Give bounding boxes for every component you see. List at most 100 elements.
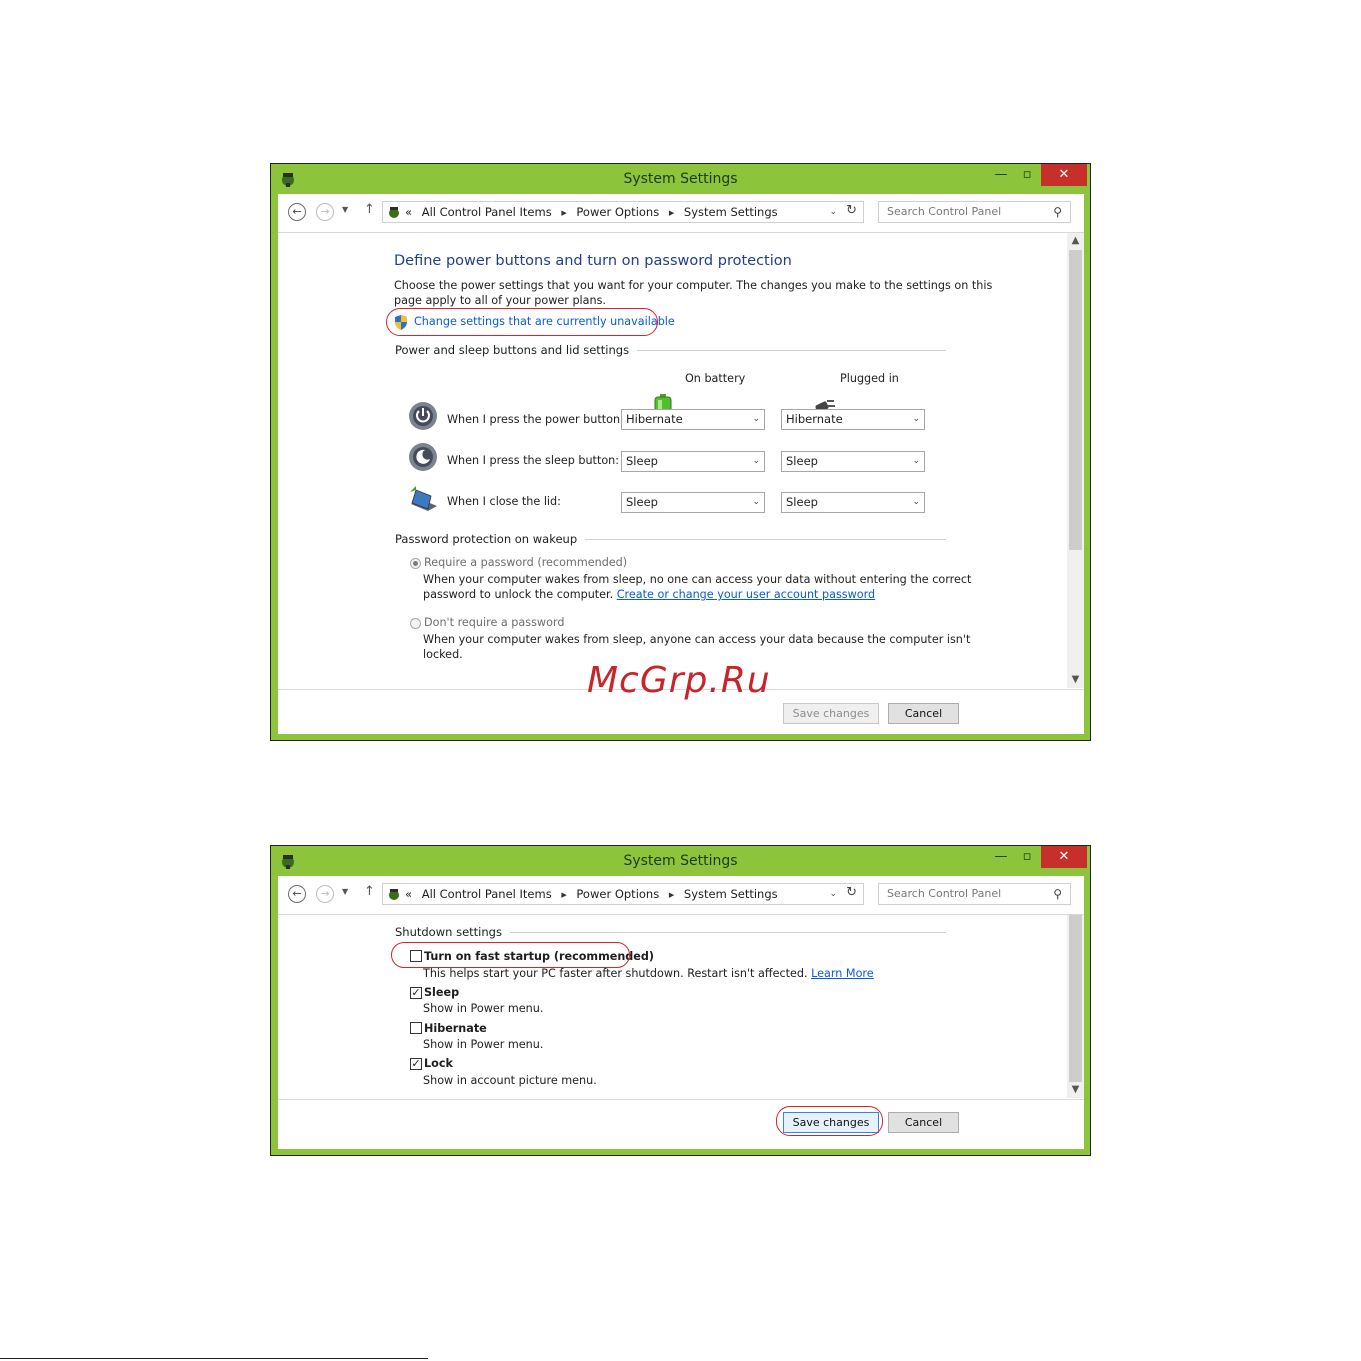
search-icon[interactable]: ⚲	[1053, 202, 1062, 222]
chevron-down-icon[interactable]: ⌄	[829, 202, 837, 222]
navigation-bar: ← → ▼ ↑ « All Control Panel Items ▶ Powe…	[278, 194, 1084, 233]
chevron-down-icon[interactable]: ⌄	[829, 884, 837, 904]
breadcrumb-power-options[interactable]: Power Options	[576, 887, 659, 901]
breadcrumb: « All Control Panel Items ▶ Power Option…	[405, 884, 784, 905]
dont-require-password-label: Don't require a password	[424, 616, 565, 629]
select-value: Sleep	[786, 454, 818, 468]
hibernate-label: Hibernate	[424, 1022, 487, 1035]
scrollbar-thumb[interactable]	[1069, 250, 1082, 550]
cancel-button[interactable]: Cancel	[888, 703, 959, 724]
vertical-scrollbar[interactable]: ▼	[1067, 915, 1084, 1098]
sleep-checkbox[interactable]: ✓	[410, 987, 422, 999]
breadcrumb-all-control-panel-items[interactable]: All Control Panel Items	[422, 205, 552, 219]
back-arrow-icon[interactable]: ←	[288, 885, 306, 903]
on-battery-label: On battery	[685, 372, 746, 385]
breadcrumb-power-options[interactable]: Power Options	[576, 205, 659, 219]
power-button-plugged-in-select[interactable]: Hibernate ⌄	[781, 409, 925, 430]
back-arrow-icon[interactable]: ←	[288, 203, 306, 221]
close-lid-on-battery-select[interactable]: Sleep ⌄	[621, 492, 765, 513]
minimize-button[interactable]: —	[989, 846, 1013, 868]
control-panel-icon	[389, 207, 399, 218]
vertical-scrollbar[interactable]: ▲ ▼	[1067, 233, 1084, 688]
scroll-down-icon[interactable]: ▼	[1067, 1082, 1084, 1098]
address-bar[interactable]: « All Control Panel Items ▶ Power Option…	[382, 201, 864, 223]
group-power-buttons: Power and sleep buttons and lid settings	[395, 343, 946, 357]
chevron-down-icon: ⌄	[912, 497, 920, 507]
search-placeholder: Search Control Panel	[887, 205, 1002, 218]
plugged-in-label: Plugged in	[840, 372, 899, 385]
require-password-radio[interactable]	[410, 558, 421, 569]
hibernate-checkbox[interactable]	[410, 1022, 422, 1034]
chevron-down-icon: ⌄	[752, 497, 760, 507]
page-footer-rule	[0, 1358, 428, 1359]
close-button[interactable]: ✕	[1041, 164, 1087, 186]
chevron-right-icon[interactable]: ▶	[669, 891, 674, 899]
select-value: Sleep	[626, 454, 658, 468]
search-placeholder: Search Control Panel	[887, 887, 1002, 900]
chevron-right-icon[interactable]: ▶	[561, 891, 566, 899]
group-password-protection-label: Password protection on wakeup	[395, 532, 578, 546]
dont-require-password-radio[interactable]	[410, 618, 421, 629]
close-button[interactable]: ✕	[1041, 846, 1087, 868]
scroll-down-icon[interactable]: ▼	[1067, 672, 1084, 688]
power-button-on-battery-select[interactable]: Hibernate ⌄	[621, 409, 765, 430]
refresh-icon[interactable]: ↻	[846, 201, 857, 221]
search-input[interactable]: Search Control Panel ⚲	[878, 201, 1071, 223]
learn-more-link[interactable]: Learn More	[811, 967, 874, 980]
breadcrumb-system-settings[interactable]: System Settings	[684, 205, 778, 219]
scrollbar-thumb[interactable]	[1069, 915, 1082, 1082]
select-value: Sleep	[786, 495, 818, 509]
highlight-ring	[776, 1106, 883, 1136]
save-changes-button[interactable]: Save changes	[783, 703, 879, 724]
select-value: Hibernate	[626, 412, 683, 426]
desc-text: This helps start your PC faster after sh…	[423, 967, 808, 980]
search-icon[interactable]: ⚲	[1053, 884, 1062, 904]
chevron-down-icon: ⌄	[912, 456, 920, 466]
lock-checkbox[interactable]: ✓	[410, 1058, 422, 1070]
minimize-button[interactable]: —	[989, 164, 1013, 186]
close-lid-label: When I close the lid:	[447, 495, 561, 508]
chevron-right-icon[interactable]: ▶	[561, 209, 566, 217]
chevron-down-icon: ⌄	[752, 414, 760, 424]
breadcrumb-system-settings[interactable]: System Settings	[684, 887, 778, 901]
cancel-button[interactable]: Cancel	[888, 1112, 959, 1133]
require-password-desc-2: password to unlock the computer. Create …	[423, 587, 875, 602]
breadcrumb-prefix[interactable]: «	[405, 887, 412, 901]
create-password-link[interactable]: Create or change your user account passw…	[617, 588, 875, 601]
sleep-button-on-battery-select[interactable]: Sleep ⌄	[621, 451, 765, 472]
forward-arrow-icon[interactable]: →	[316, 885, 334, 903]
system-settings-window-1: System Settings — ▫ ✕ ← → ▼ ↑ « All Cont…	[270, 163, 1091, 741]
breadcrumb-all-control-panel-items[interactable]: All Control Panel Items	[422, 887, 552, 901]
sleep-button-label: When I press the sleep button:	[447, 454, 620, 467]
breadcrumb-prefix[interactable]: «	[405, 205, 412, 219]
divider	[509, 931, 946, 933]
window-title: System Settings	[623, 171, 738, 187]
fast-startup-desc: This helps start your PC faster after sh…	[423, 966, 874, 981]
up-arrow-icon[interactable]: ↑	[364, 884, 375, 899]
title-bar[interactable]: System Settings — ▫ ✕	[271, 846, 1090, 876]
maximize-button[interactable]: ▫	[1015, 846, 1039, 868]
title-bar[interactable]: System Settings — ▫ ✕	[271, 164, 1090, 194]
up-arrow-icon[interactable]: ↑	[364, 202, 375, 217]
recent-locations-dropdown-icon[interactable]: ▼	[342, 205, 348, 214]
highlight-ring	[391, 942, 630, 968]
sleep-label: Sleep	[424, 986, 460, 999]
sleep-desc: Show in Power menu.	[423, 1002, 544, 1015]
refresh-icon[interactable]: ↻	[846, 883, 857, 903]
chevron-right-icon[interactable]: ▶	[669, 209, 674, 217]
sleep-button-plugged-in-select[interactable]: Sleep ⌄	[781, 451, 925, 472]
forward-arrow-icon[interactable]: →	[316, 203, 334, 221]
search-input[interactable]: Search Control Panel ⚲	[878, 883, 1071, 905]
page-heading: Define power buttons and turn on passwor…	[394, 253, 792, 269]
recent-locations-dropdown-icon[interactable]: ▼	[342, 887, 348, 896]
sleep-button-icon	[409, 443, 437, 471]
hibernate-desc: Show in Power menu.	[423, 1038, 544, 1051]
close-lid-plugged-in-select[interactable]: Sleep ⌄	[781, 492, 925, 513]
chevron-down-icon: ⌄	[752, 456, 760, 466]
address-bar[interactable]: « All Control Panel Items ▶ Power Option…	[382, 883, 864, 905]
require-password-label: Require a password (recommended)	[424, 556, 628, 569]
client-area: ← → ▼ ↑ « All Control Panel Items ▶ Powe…	[278, 194, 1084, 734]
maximize-button[interactable]: ▫	[1015, 164, 1039, 186]
scroll-up-icon[interactable]: ▲	[1067, 233, 1084, 249]
highlight-ring	[386, 308, 658, 336]
